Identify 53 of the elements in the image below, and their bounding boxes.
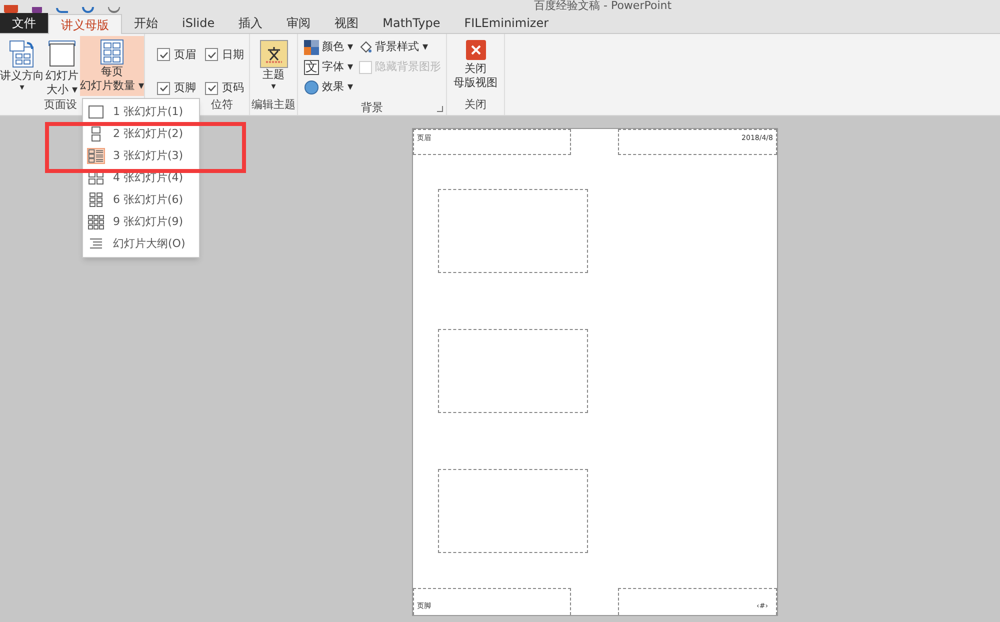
background-option-button[interactable]: 文 字体 ▾ (304, 59, 354, 75)
handout-layout-button[interactable]: 每页 幻灯片数量 ▾ (80, 36, 144, 96)
menu-item[interactable]: 2 张幻灯片(2) (83, 123, 199, 145)
ribbon-tab[interactable]: iSlide (170, 13, 227, 33)
menu-item[interactable]: 9 张幻灯片(9) (83, 211, 199, 233)
ribbon-tab[interactable]: MathType (370, 13, 452, 33)
font-icon: 文 (304, 60, 319, 74)
checkbox-label: 页码 (222, 80, 244, 96)
background-option-button[interactable]: 效果 ▾ (304, 79, 354, 95)
checkbox[interactable] (205, 48, 218, 62)
theme-icon (260, 40, 288, 68)
ribbon-tab[interactable]: FILEminimizer (452, 13, 561, 33)
effects-icon (304, 80, 319, 94)
menu-item[interactable]: 1 张幻灯片(1) (83, 101, 199, 123)
layout-icon (87, 104, 105, 120)
paint-bucket-icon (359, 40, 372, 54)
checkbox-label: 页眉 (174, 46, 196, 62)
orientation-button[interactable]: 讲义方向 ▾ (0, 36, 44, 99)
group-label: 页面设 (44, 99, 77, 113)
layout-icon (87, 170, 105, 186)
checkbox-label: 页脚 (174, 80, 196, 96)
background-style-button[interactable]: 背景样式 ▾ (359, 39, 442, 55)
grid-icon (100, 39, 124, 65)
group-label: 背景 (361, 102, 383, 112)
file-tab[interactable]: 文件 (0, 13, 48, 33)
group-label: 编辑主题 (252, 99, 296, 113)
menu-item[interactable]: 6 张幻灯片(6) (83, 189, 199, 211)
group-label: 位符 (211, 99, 233, 113)
slide-size-button[interactable]: 幻灯片 大小 ▾ (44, 36, 80, 99)
layout-icon (87, 192, 105, 208)
dialog-launcher-icon[interactable] (437, 106, 443, 112)
ribbon-tab[interactable]: 讲义母版 (48, 14, 122, 34)
close-icon (466, 40, 486, 60)
color-swatch-icon (304, 40, 319, 54)
close-master-view-button[interactable]: 关闭 母版视图 (447, 34, 504, 99)
ribbon-tab[interactable]: 视图 (322, 13, 371, 33)
window-title: 百度经验文稿 - PowerPoint (534, 0, 672, 11)
ribbon-tab[interactable]: 审阅 (274, 13, 323, 33)
background-option-button[interactable]: 颜色 ▾ (304, 39, 354, 55)
layout-icon (87, 214, 105, 230)
theme-button[interactable]: 主题 ▾ (250, 34, 297, 99)
group-label: 关闭 (464, 99, 486, 113)
checkbox-label: 隐藏背景图形 (375, 58, 442, 75)
checkbox[interactable] (205, 82, 218, 95)
layout-icon (87, 148, 105, 164)
ribbon-tab[interactable]: 插入 (226, 13, 275, 33)
checkbox[interactable] (157, 82, 170, 95)
checkbox[interactable] (157, 48, 170, 62)
checkbox-label: 日期 (222, 46, 244, 62)
ribbon-tab[interactable]: 开始 (122, 13, 170, 33)
slide-size-icon (47, 39, 77, 69)
menu-item[interactable]: 幻灯片大纲(O) (83, 233, 199, 255)
menu-item[interactable]: 3 张幻灯片(3) (83, 145, 199, 167)
